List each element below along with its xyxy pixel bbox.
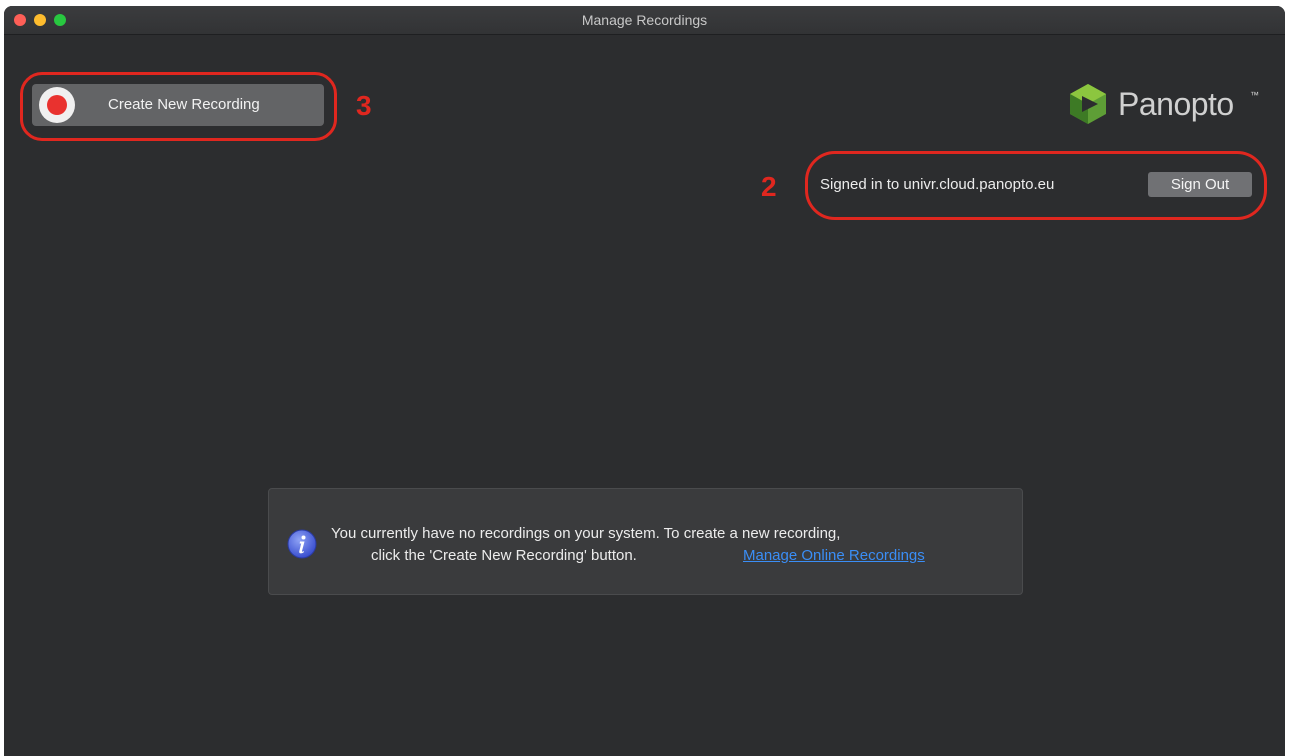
annotation-number-3: 3 xyxy=(356,90,372,121)
panopto-logo-text: Panopto xyxy=(1118,86,1234,122)
window-title: Manage Recordings xyxy=(581,12,708,28)
empty-state-panel: You currently have no recordings on your… xyxy=(268,488,1023,595)
app-window: Manage Recordings Create New Recording 3… xyxy=(4,6,1285,756)
manage-online-recordings-link[interactable]: Manage Online Recordings xyxy=(743,547,925,564)
empty-state-message-line2: click the 'Create New Recording' button. xyxy=(371,547,637,564)
signed-in-status: Signed in to univr.cloud.panopto.eu xyxy=(820,176,1055,193)
sign-out-button[interactable]: Sign Out xyxy=(1148,172,1252,197)
panopto-logo: Panopto ™ xyxy=(1066,82,1266,126)
annotation-box-3 xyxy=(20,72,337,141)
trademark-symbol: ™ xyxy=(1250,90,1259,100)
panopto-logo-icon xyxy=(1070,84,1106,124)
info-icon xyxy=(287,529,317,559)
empty-state-message-line1: You currently have no recordings on your… xyxy=(331,525,841,542)
annotation-number-2: 2 xyxy=(761,171,777,202)
title-bar: Manage Recordings xyxy=(4,6,1285,35)
